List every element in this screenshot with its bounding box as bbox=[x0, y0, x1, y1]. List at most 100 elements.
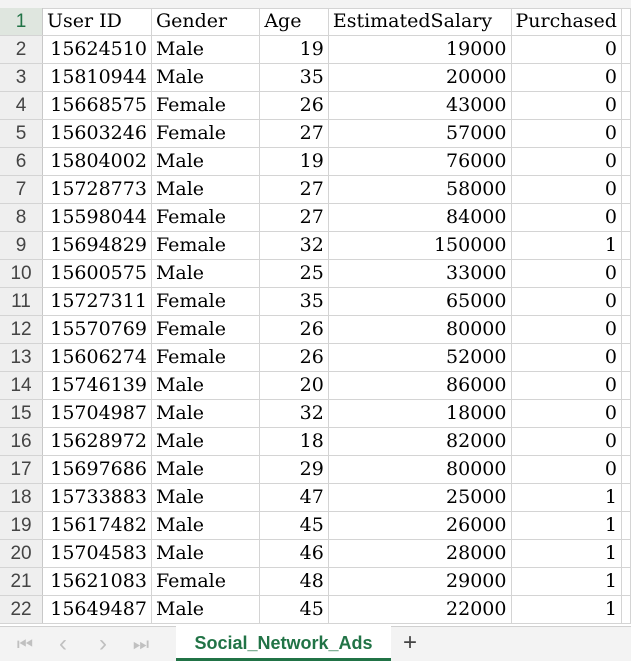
purchased-cell[interactable]: 0 bbox=[511, 315, 622, 344]
estimated-salary-cell[interactable]: 29000 bbox=[328, 567, 512, 596]
gender-cell[interactable]: Male bbox=[151, 427, 261, 456]
purchased-cell[interactable]: 1 bbox=[511, 595, 622, 624]
purchased-cell[interactable]: 0 bbox=[511, 119, 622, 148]
estimated-salary-cell[interactable]: 25000 bbox=[328, 483, 512, 512]
estimated-salary-cell[interactable]: 82000 bbox=[328, 427, 512, 456]
user-id-cell[interactable]: 15810944 bbox=[42, 63, 152, 92]
purchased-cell[interactable]: 1 bbox=[511, 483, 622, 512]
purchased-cell[interactable]: 1 bbox=[511, 511, 622, 540]
user-id-cell[interactable]: 15598044 bbox=[42, 203, 152, 232]
empty-cell[interactable] bbox=[621, 63, 631, 92]
user-id-cell[interactable]: 15621083 bbox=[42, 567, 152, 596]
purchased-cell[interactable]: 0 bbox=[511, 371, 622, 400]
estimated-salary-cell[interactable]: 57000 bbox=[328, 119, 512, 148]
empty-cell[interactable] bbox=[621, 287, 631, 316]
row-number[interactable]: 13 bbox=[0, 343, 44, 372]
estimated-salary-cell[interactable]: 84000 bbox=[328, 203, 512, 232]
user-id-cell[interactable]: 15603246 bbox=[42, 119, 152, 148]
gender-cell[interactable]: Male bbox=[151, 539, 261, 568]
user-id-cell[interactable]: 15804002 bbox=[42, 147, 152, 176]
estimated-salary-cell[interactable]: 18000 bbox=[328, 399, 512, 428]
row-number[interactable]: 18 bbox=[0, 483, 44, 512]
user-id-cell[interactable]: 15733883 bbox=[42, 483, 152, 512]
estimated-salary-cell[interactable]: 52000 bbox=[328, 343, 512, 372]
purchased-cell[interactable]: 0 bbox=[511, 259, 622, 288]
gender-cell[interactable]: Male bbox=[151, 147, 261, 176]
gender-cell[interactable]: Female bbox=[151, 119, 261, 148]
estimated-salary-cell[interactable]: 19000 bbox=[328, 35, 512, 64]
gender-cell[interactable]: Female bbox=[151, 343, 261, 372]
gender-cell[interactable]: Male bbox=[151, 399, 261, 428]
row-number[interactable]: 9 bbox=[0, 231, 44, 260]
column-header-estimated-salary[interactable]: EstimatedSalary bbox=[328, 8, 512, 36]
estimated-salary-cell[interactable]: 22000 bbox=[328, 595, 512, 624]
user-id-cell[interactable]: 15668575 bbox=[42, 91, 152, 120]
purchased-cell[interactable]: 0 bbox=[511, 91, 622, 120]
age-cell[interactable]: 47 bbox=[259, 483, 329, 512]
empty-cell[interactable] bbox=[621, 203, 631, 232]
empty-cell[interactable] bbox=[621, 147, 631, 176]
age-cell[interactable]: 20 bbox=[259, 371, 329, 400]
estimated-salary-cell[interactable]: 43000 bbox=[328, 91, 512, 120]
user-id-cell[interactable]: 15628972 bbox=[42, 427, 152, 456]
user-id-cell[interactable]: 15600575 bbox=[42, 259, 152, 288]
row-number[interactable]: 6 bbox=[0, 147, 44, 176]
gender-cell[interactable]: Female bbox=[151, 203, 261, 232]
empty-cell[interactable] bbox=[621, 539, 631, 568]
row-number[interactable]: 14 bbox=[0, 371, 44, 400]
empty-cell[interactable] bbox=[621, 175, 631, 204]
gender-cell[interactable]: Female bbox=[151, 287, 261, 316]
user-id-cell[interactable]: 15697686 bbox=[42, 455, 152, 484]
age-cell[interactable]: 29 bbox=[259, 455, 329, 484]
previous-sheet-icon[interactable]: ‹ bbox=[52, 632, 74, 656]
purchased-cell[interactable]: 0 bbox=[511, 427, 622, 456]
row-number[interactable]: 20 bbox=[0, 539, 44, 568]
gender-cell[interactable]: Male bbox=[151, 259, 261, 288]
sheet-tab-social-network-ads[interactable]: Social_Network_Ads bbox=[176, 626, 391, 661]
row-number[interactable]: 12 bbox=[0, 315, 44, 344]
column-header-gender[interactable]: Gender bbox=[151, 8, 261, 36]
age-cell[interactable]: 26 bbox=[259, 91, 329, 120]
purchased-cell[interactable]: 0 bbox=[511, 455, 622, 484]
row-number[interactable]: 17 bbox=[0, 455, 44, 484]
user-id-cell[interactable]: 15728773 bbox=[42, 175, 152, 204]
column-header-user-id[interactable]: User ID bbox=[42, 8, 152, 36]
row-number[interactable]: 22 bbox=[0, 595, 44, 624]
row-number[interactable]: 3 bbox=[0, 63, 44, 92]
column-header-age[interactable]: Age bbox=[259, 8, 329, 36]
gender-cell[interactable]: Male bbox=[151, 455, 261, 484]
user-id-cell[interactable]: 15727311 bbox=[42, 287, 152, 316]
row-number[interactable]: 21 bbox=[0, 567, 44, 596]
purchased-cell[interactable]: 0 bbox=[511, 343, 622, 372]
empty-cell[interactable] bbox=[621, 91, 631, 120]
age-cell[interactable]: 35 bbox=[259, 287, 329, 316]
empty-cell[interactable] bbox=[621, 371, 631, 400]
purchased-cell[interactable]: 0 bbox=[511, 147, 622, 176]
plus-icon[interactable]: + bbox=[398, 631, 422, 656]
age-cell[interactable]: 48 bbox=[259, 567, 329, 596]
estimated-salary-cell[interactable]: 150000 bbox=[328, 231, 512, 260]
row-number[interactable]: 7 bbox=[0, 175, 44, 204]
age-cell[interactable]: 27 bbox=[259, 119, 329, 148]
row-number[interactable]: 15 bbox=[0, 399, 44, 428]
gender-cell[interactable]: Male bbox=[151, 175, 261, 204]
empty-cell[interactable] bbox=[621, 8, 631, 36]
empty-cell[interactable] bbox=[621, 511, 631, 540]
empty-cell[interactable] bbox=[621, 343, 631, 372]
row-number[interactable]: 5 bbox=[0, 119, 44, 148]
user-id-cell[interactable]: 15624510 bbox=[42, 35, 152, 64]
column-header-purchased[interactable]: Purchased bbox=[511, 8, 622, 36]
user-id-cell[interactable]: 15570769 bbox=[42, 315, 152, 344]
purchased-cell[interactable]: 0 bbox=[511, 35, 622, 64]
empty-cell[interactable] bbox=[621, 119, 631, 148]
gender-cell[interactable]: Female bbox=[151, 231, 261, 260]
gender-cell[interactable]: Female bbox=[151, 315, 261, 344]
row-number[interactable]: 10 bbox=[0, 259, 44, 288]
user-id-cell[interactable]: 15746139 bbox=[42, 371, 152, 400]
gender-cell[interactable]: Male bbox=[151, 595, 261, 624]
row-number[interactable]: 19 bbox=[0, 511, 44, 540]
age-cell[interactable]: 45 bbox=[259, 511, 329, 540]
age-cell[interactable]: 27 bbox=[259, 175, 329, 204]
estimated-salary-cell[interactable]: 65000 bbox=[328, 287, 512, 316]
empty-cell[interactable] bbox=[621, 399, 631, 428]
